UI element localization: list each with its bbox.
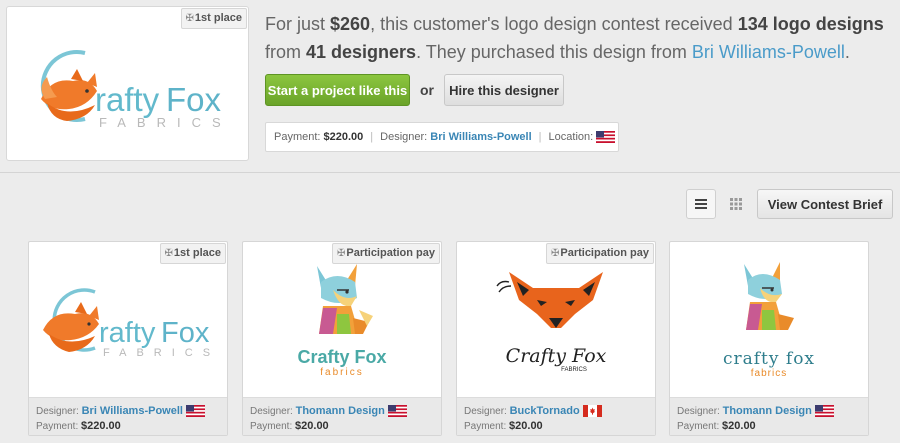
logo-title: Crafty Fox (506, 345, 607, 367)
winning-designer-link[interactable]: Bri Williams-Powell (692, 42, 845, 62)
crafty-fox-logo: Crafty Fox fabrics (297, 264, 387, 378)
designer-count: 41 designers (306, 42, 417, 62)
ribbon-icon: ✠ (336, 248, 346, 259)
crafty-fox-logo: crafty fox fabrics (723, 262, 815, 379)
separator: | (370, 131, 374, 143)
design-thumbnail[interactable]: Crafty Fox FABRICS (457, 242, 655, 397)
ca-flag-icon (583, 405, 602, 417)
designer-link[interactable]: Bri Williams-Powell (82, 405, 183, 417)
logo-word-fox: Fox (166, 81, 222, 118)
designer-link[interactable]: Bri Williams-Powell (430, 131, 531, 143)
list-view-button[interactable] (686, 189, 716, 219)
logo-subtitle: fabrics (751, 368, 787, 379)
designer-link[interactable]: Thomann Design (723, 405, 812, 417)
separator: | (538, 131, 542, 143)
ribbon-icon: ✠ (164, 248, 173, 259)
us-flag-icon (596, 131, 615, 143)
us-flag-icon (186, 405, 205, 417)
us-flag-icon (388, 405, 407, 417)
crafty-fox-logo: rafty Fox FABRICS (43, 288, 220, 359)
fox-illustration-icon (43, 302, 99, 352)
payment-value: $20.00 (509, 420, 543, 432)
place-badge: ✠Participation pay (545, 243, 654, 264)
fox-illustration-icon (744, 262, 794, 330)
payment-value: $220.00 (81, 420, 121, 432)
logo-title: crafty fox (723, 349, 815, 369)
fox-illustration-icon (317, 264, 373, 334)
design-thumbnail[interactable]: Crafty Fox fabrics (243, 242, 441, 397)
design-card[interactable]: Crafty Fox fabrics ✠Participation pay De… (242, 241, 442, 436)
card-meta: Designer: Thomann Design Payment: $20.00 (243, 397, 441, 435)
card-meta: Designer: Bri Williams-Powell Payment: $… (29, 397, 227, 435)
place-badge: ✠1st place (159, 243, 226, 264)
fox-illustration-icon (496, 272, 603, 328)
logo-subtitle: fabrics (320, 367, 363, 378)
design-count: 134 logo designs (737, 14, 884, 34)
logo-word-rafty: rafty (99, 317, 156, 349)
hire-designer-button[interactable]: Hire this designer (444, 74, 564, 106)
place-badge: ✠Participation pay (331, 243, 440, 264)
design-thumbnail[interactable]: rafty Fox FABRICS (29, 242, 227, 397)
winning-design-preview[interactable]: ✠1st place rafty Fox FABRICS (6, 6, 249, 161)
logo-word-rafty: rafty (95, 81, 160, 118)
section-divider (0, 172, 900, 173)
crafty-fox-logo: Crafty Fox FABRICS (496, 272, 607, 373)
card-meta: Designer: Thomann Design Payment: $20.00 (670, 397, 868, 435)
winner-info-box: Payment: $220.00 | Designer: Bri William… (265, 122, 619, 152)
contest-price: $260 (330, 14, 371, 34)
view-contest-brief-button[interactable]: View Contest Brief (757, 189, 893, 219)
logo-subtitle: FABRICS (103, 347, 220, 359)
design-thumbnail[interactable]: crafty fox fabrics (670, 242, 868, 397)
logo-subtitle: FABRICS (561, 367, 587, 373)
logo-word-fox: Fox (161, 317, 210, 349)
grid-view-button[interactable] (721, 189, 751, 219)
payment-value: $220.00 (323, 131, 364, 143)
design-card[interactable]: rafty Fox FABRICS ✠1st place Designer: B… (28, 241, 228, 436)
logo-title: Crafty Fox (297, 347, 386, 367)
card-meta: Designer: BuckTornado Payment: $20.00 (457, 397, 655, 435)
us-flag-icon (815, 405, 834, 417)
design-card[interactable]: crafty fox fabrics Designer: Thomann Des… (669, 241, 869, 436)
design-card[interactable]: Crafty Fox FABRICS ✠Participation pay De… (456, 241, 656, 436)
ribbon-icon: ✠ (550, 248, 560, 259)
fox-illustration-icon (41, 69, 97, 121)
crafty-fox-logo: rafty Fox FABRICS (40, 50, 232, 130)
grid-view-icon (730, 198, 742, 210)
designer-link[interactable]: Thomann Design (296, 405, 385, 417)
or-label: or (420, 82, 434, 98)
logo-subtitle: FABRICS (99, 115, 232, 130)
payment-value: $20.00 (295, 420, 329, 432)
designer-link[interactable]: BuckTornado (510, 405, 580, 417)
list-view-icon (695, 199, 707, 209)
contest-summary: For just $260, this customer's logo desi… (265, 14, 884, 62)
payment-value: $20.00 (722, 420, 756, 432)
start-project-button[interactable]: Start a project like this (265, 74, 410, 106)
